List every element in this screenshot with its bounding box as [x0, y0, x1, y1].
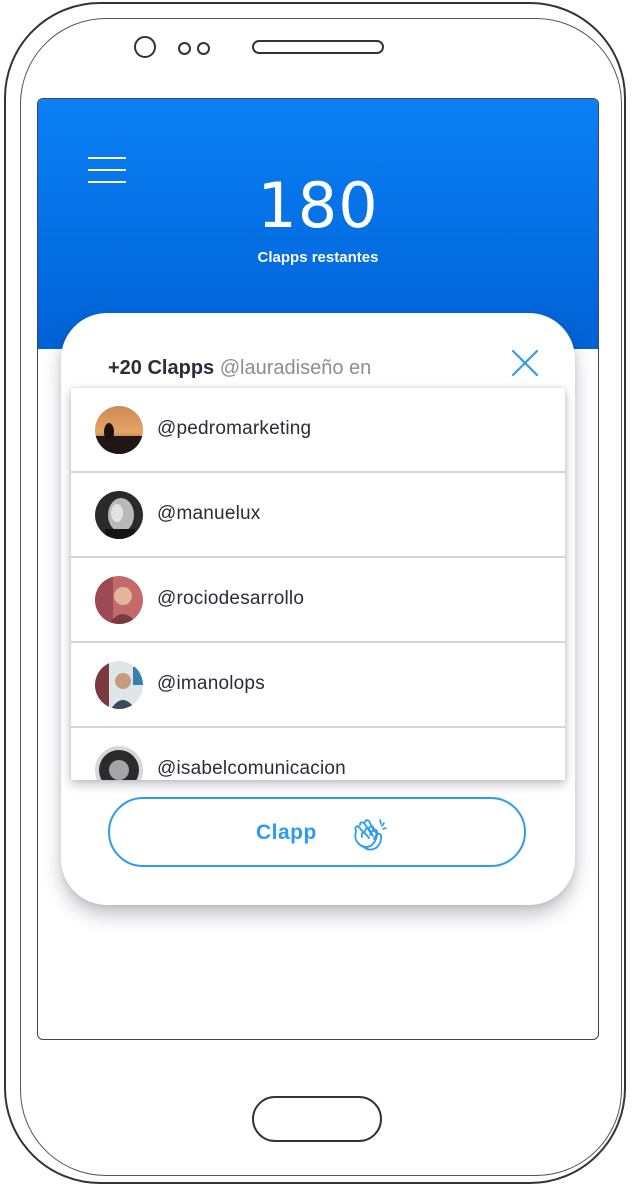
avatar [95, 406, 143, 454]
list-item[interactable]: @rociodesarrollo [71, 558, 565, 643]
user-handle: @imanolops [157, 673, 265, 694]
user-handle: @pedromarketing [157, 418, 312, 439]
speaker-grille [252, 40, 384, 54]
clapp-amount: +20 Clapps [108, 357, 215, 379]
user-handle: @manuelux [157, 503, 261, 524]
list-item[interactable]: @imanolops [71, 643, 565, 728]
app-screen: 180 Clapps restantes +20 Clapps @lauradi… [37, 98, 599, 1040]
user-dropdown[interactable]: @pedromarketing @manuelux @rociodesarrol… [71, 388, 565, 780]
target-user: @lauradiseño en [219, 357, 372, 379]
remaining-label: Clapps restantes [257, 249, 379, 266]
avatar [95, 576, 143, 624]
header: 180 Clapps restantes [38, 99, 598, 349]
list-item[interactable]: @pedromarketing [71, 388, 565, 473]
close-icon[interactable] [509, 347, 541, 379]
sensor-icon [178, 42, 191, 55]
avatar [95, 491, 143, 539]
phone-mockup: 180 Clapps restantes +20 Clapps @lauradi… [0, 0, 632, 1188]
clapping-hands-icon [350, 817, 390, 851]
list-item[interactable]: @manuelux [71, 473, 565, 558]
avatar [95, 661, 143, 709]
camera-icon [134, 36, 156, 58]
list-item[interactable]: @isabelcomunicacion [71, 728, 565, 780]
sensor-icon [197, 42, 210, 55]
clapp-button[interactable]: Clapp [108, 797, 526, 867]
user-handle: @rociodesarrollo [157, 588, 305, 609]
user-handle: @isabelcomunicacion [157, 758, 346, 779]
home-button[interactable] [252, 1096, 382, 1142]
clapp-card: +20 Clapps @lauradiseño en @pedromarketi… [61, 313, 575, 905]
remaining-count: 180 [257, 169, 379, 242]
card-title: +20 Clapps @lauradiseño en [108, 357, 371, 380]
avatar [95, 746, 143, 780]
clapp-button-label: Clapp [256, 821, 317, 844]
